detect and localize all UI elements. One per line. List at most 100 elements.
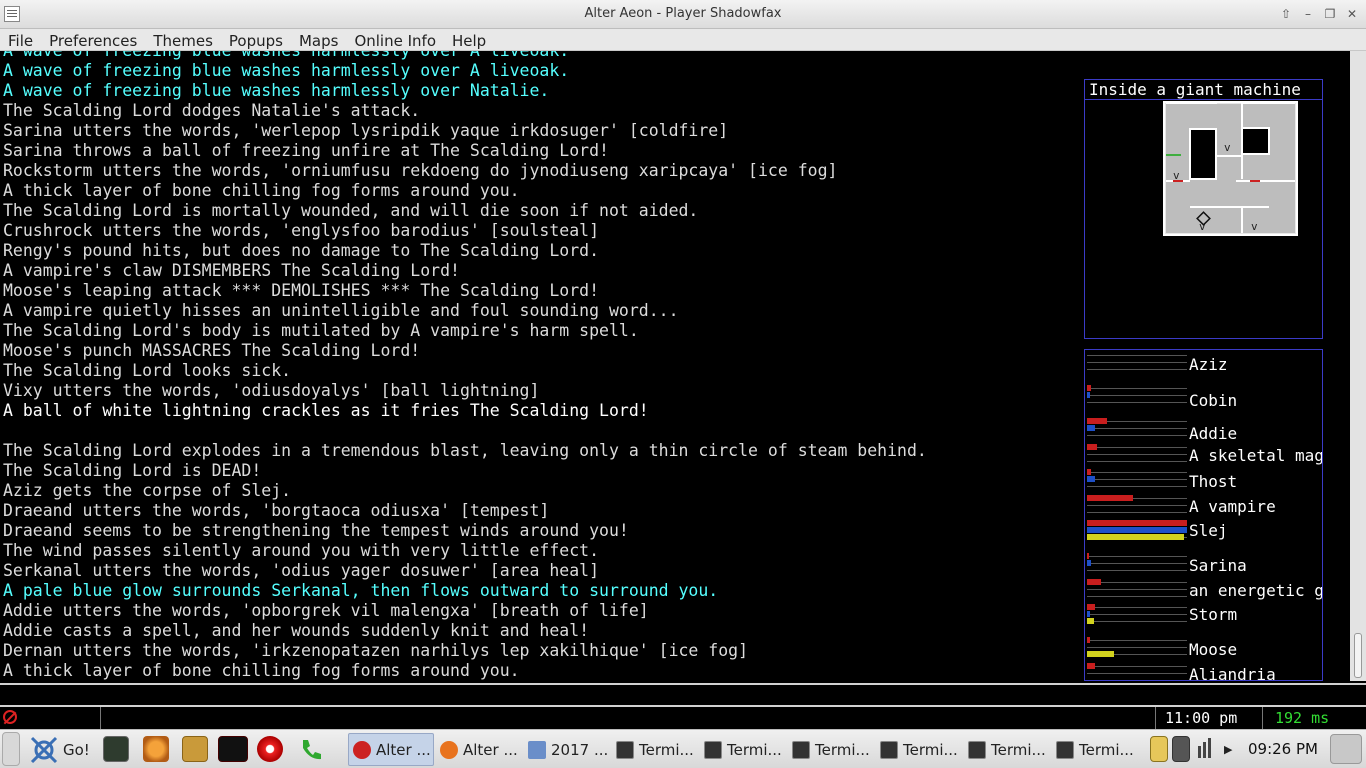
group-member-name: Aliandria <box>1189 665 1276 681</box>
member-status-bars <box>1087 579 1187 600</box>
scrollbar-thumb[interactable] <box>1354 633 1362 678</box>
terminal-icon <box>880 740 898 759</box>
output-line: Addie casts a spell, and her wounds sudd… <box>3 621 590 640</box>
group-member-name: an energetic golem <box>1189 581 1323 600</box>
minimap-wall <box>1166 101 1217 104</box>
output-line: The Scalding Lord explodes in a tremendo… <box>3 441 927 460</box>
disconnect-icon[interactable] <box>3 710 17 724</box>
taskbar-window-button[interactable]: Termi... <box>788 733 874 766</box>
output-line: Draeand seems to be strengthening the te… <box>3 521 629 540</box>
hp-bar <box>1087 495 1133 501</box>
taskbar-window-label: Termi... <box>815 740 870 759</box>
taskbar-window-button[interactable]: Alter ... <box>348 733 434 766</box>
minimap-wall-block <box>1189 128 1217 180</box>
desktop-pager-icon[interactable] <box>1330 734 1362 764</box>
group-member-name: Thost <box>1189 472 1238 491</box>
hp-bar <box>1087 579 1101 585</box>
close-window-button[interactable]: ✕ <box>1342 4 1362 24</box>
menu-help[interactable]: Help <box>444 29 494 50</box>
group-member-name: Addie <box>1189 424 1238 443</box>
hp-bar <box>1087 663 1095 669</box>
hp-bar <box>1087 604 1095 610</box>
taskbar-window-label: Alter ... <box>463 740 518 759</box>
output-line: The Scalding Lord is DEAD! <box>3 461 262 480</box>
taskbar-window-button[interactable]: Termi... <box>1052 733 1138 766</box>
taskbar-window-button[interactable]: Termi... <box>700 733 786 766</box>
minimap-wall <box>1241 101 1295 104</box>
taskbar-window-label: Termi... <box>991 740 1046 759</box>
output-line: The Scalding Lord dodges Natalie's attac… <box>3 101 421 120</box>
hp-bar <box>1087 385 1091 391</box>
map-panel: Inside a giant machine v v v v <box>1084 79 1323 339</box>
game-time: 11:00 pm <box>1165 709 1238 727</box>
member-status-bars <box>1087 604 1187 625</box>
game-launcher-icon[interactable] <box>218 736 248 762</box>
group-member-name: A vampire <box>1189 497 1276 516</box>
output-line: Sarina throws a ball of freezing unfire … <box>3 141 609 160</box>
output-line: Serkanal utters the words, 'odius yager … <box>3 561 600 580</box>
terminal-icon <box>968 740 986 759</box>
output-line: Aziz gets the corpse of Slej. <box>3 481 292 500</box>
taskbar-clock[interactable]: 09:26 PM <box>1248 740 1318 758</box>
start-menu-button[interactable]: Go! <box>30 733 96 766</box>
lag-indicator: 192 ms <box>1275 709 1330 727</box>
maximize-window-button[interactable]: ❐ <box>1320 4 1340 24</box>
hp-bar <box>1087 637 1090 643</box>
taskbar-window-button[interactable]: Termi... <box>964 733 1050 766</box>
output-line: Rockstorm utters the words, 'orniumfusu … <box>3 161 838 180</box>
mana-bar <box>1087 527 1187 533</box>
menu-themes[interactable]: Themes <box>145 29 221 50</box>
phone-launcher-icon[interactable] <box>298 736 324 762</box>
taskbar-window-button[interactable]: 2017 ... <box>524 733 610 766</box>
output-line: The Scalding Lord is mortally wounded, a… <box>3 201 699 220</box>
gimp-launcher-icon[interactable] <box>143 736 169 762</box>
minimap-wall-block <box>1241 127 1270 155</box>
taskbar-window-label: Termi... <box>1079 740 1134 759</box>
menu-preferences[interactable]: Preferences <box>41 29 145 50</box>
file-manager-launcher-icon[interactable] <box>182 736 208 762</box>
member-status-bars <box>1087 663 1187 680</box>
minimap-exit-down-icon: v <box>1224 141 1231 154</box>
command-input[interactable] <box>0 685 1366 705</box>
output-line: A wave of freezing blue washes harmlessl… <box>0 51 1080 61</box>
minimap-floor <box>1166 104 1295 233</box>
mana-bar <box>1087 476 1095 482</box>
mana-bar <box>1087 392 1090 398</box>
minimap[interactable]: v v v v <box>1085 101 1322 338</box>
output-line: A pale blue glow surrounds Serkanal, the… <box>3 581 719 600</box>
volume-tray-icon[interactable] <box>1196 736 1218 762</box>
tray-expand-icon[interactable]: ▶ <box>1224 733 1236 766</box>
move-bar <box>1087 618 1094 624</box>
output-line: Addie utters the words, 'opborgrek vil m… <box>3 601 649 620</box>
output-line: A vampire quietly hisses an unintelligib… <box>3 301 679 320</box>
hp-bar <box>1087 553 1089 559</box>
member-status-bars <box>1087 352 1187 373</box>
alteraeon-launcher-icon[interactable] <box>257 736 283 762</box>
group-member-name: A skeletal mage <box>1189 446 1323 465</box>
taskbar-window-button[interactable]: Termi... <box>612 733 698 766</box>
taskbar: Go! Alter ... Alter ... 2017 ... Termi... Te… <box>0 729 1366 768</box>
terminal-launcher-icon[interactable] <box>103 736 129 762</box>
member-status-bars <box>1087 385 1187 406</box>
game-output[interactable]: A wave of freezing blue washes harmlessl… <box>0 51 1080 681</box>
menu-popups[interactable]: Popups <box>221 29 291 50</box>
minimize-window-button[interactable]: – <box>1298 4 1318 24</box>
taskbar-window-button[interactable]: Alter ... <box>436 733 522 766</box>
output-line: A wave of freezing blue washes harmlessl… <box>3 61 570 80</box>
menu-file[interactable]: File <box>0 29 41 50</box>
output-scrollbar[interactable] <box>1350 51 1366 681</box>
window-title: Alter Aeon - Player Shadowfax <box>584 6 782 21</box>
menu-online-info[interactable]: Online Info <box>346 29 444 50</box>
move-bar <box>1087 534 1184 540</box>
start-label: Go! <box>63 740 90 759</box>
minimap-exit-down-icon: v <box>1251 220 1258 233</box>
menu-maps[interactable]: Maps <box>291 29 346 50</box>
clipboard-tray-icon[interactable] <box>1150 736 1168 762</box>
taskbar-window-button[interactable]: Termi... <box>876 733 962 766</box>
show-desktop-icon[interactable] <box>2 732 20 766</box>
terminal-icon <box>1056 740 1074 759</box>
shade-window-button[interactable]: ⇧ <box>1276 4 1296 24</box>
network-tray-icon[interactable] <box>1172 736 1190 762</box>
group-member-name: Slej <box>1189 521 1228 540</box>
firefox-icon <box>440 740 458 759</box>
